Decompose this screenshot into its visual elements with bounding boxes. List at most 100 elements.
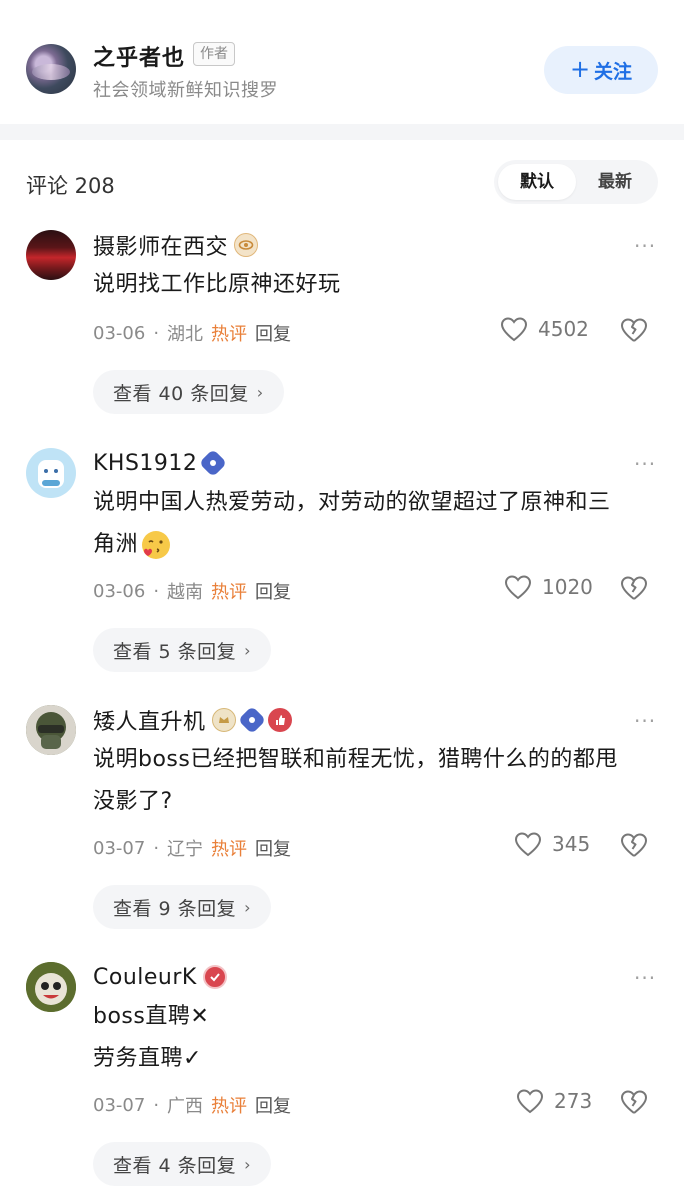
meta-dot: · (153, 580, 160, 602)
view-replies-button[interactable]: 查看 4 条回复 › (93, 1142, 272, 1186)
commenter-avatar[interactable] (26, 230, 76, 280)
meta-dot: · (153, 837, 160, 859)
like-button[interactable]: 273 (516, 1088, 592, 1114)
commenter-avatar[interactable] (26, 448, 76, 498)
comment-text-line: 没影了? (93, 789, 173, 814)
view-replies-label: 查看 40 条回复 (113, 382, 249, 405)
comment-date: 03-06 (93, 580, 146, 602)
hot-comment-tag: 热评 (211, 1096, 248, 1117)
author-tag: 作者 (193, 42, 235, 66)
commenter-name[interactable]: CouleurK (93, 965, 197, 990)
comment-text: 说明找工作比原神还好玩 (93, 264, 653, 306)
view-replies-button[interactable]: 查看 5 条回复 › (93, 628, 272, 672)
comment-date: 03-07 (93, 837, 146, 859)
more-options-icon[interactable]: ··· (634, 234, 656, 258)
like-count: 1020 (542, 575, 593, 599)
comment-location: 湖北 (167, 324, 204, 345)
thumb-badge-icon (267, 708, 292, 732)
comment-text-line: boss直聘✕ (93, 1004, 210, 1029)
comment-text: 说明中国人热爱劳动，对劳动的欲望超过了原神和三 角洲 (93, 482, 653, 566)
heart-icon (500, 317, 528, 342)
reply-button[interactable]: 回复 (255, 1092, 291, 1118)
author-name[interactable]: 之乎者也 (93, 40, 185, 72)
author-card: 之乎者也 作者 社会领域新鲜知识搜罗 + 关注 (0, 0, 684, 124)
commenter-name[interactable]: 摄影师在西交 (93, 229, 228, 261)
comment-meta: 03-06 · 湖北 热评 回复 (93, 320, 291, 346)
check-badge-icon (202, 965, 227, 989)
verified-badge-icon (199, 448, 228, 478)
like-count: 4502 (538, 317, 589, 341)
crown-badge-icon (211, 708, 236, 732)
heart-icon (516, 1089, 544, 1114)
reply-button[interactable]: 回复 (255, 835, 291, 861)
comment-date: 03-06 (93, 322, 146, 344)
broken-heart-icon[interactable] (620, 574, 648, 602)
author-description: 社会领域新鲜知识搜罗 (93, 80, 278, 101)
more-options-icon[interactable]: ··· (634, 709, 656, 733)
like-count: 345 (552, 832, 591, 856)
heart-icon (504, 575, 532, 600)
meta-dot: · (153, 1094, 160, 1116)
verified-badge-icon (237, 705, 266, 735)
sort-latest-tab[interactable]: 最新 (576, 164, 654, 200)
commenter-row: 矮人直升机 (93, 705, 292, 735)
comment-text-line: 说明中国人热爱劳动，对劳动的欲望超过了原神和三 (93, 490, 611, 515)
section-divider (0, 124, 684, 140)
comment-text-line: 说明boss已经把智联和前程无忧，猎聘什么的的都甩 (93, 747, 618, 772)
sort-default-tab[interactable]: 默认 (498, 164, 576, 200)
view-replies-label: 查看 4 条回复 (113, 1154, 237, 1177)
kiss-emoji-icon (142, 531, 171, 559)
commenter-name[interactable]: KHS1912 (93, 451, 197, 476)
comment-date: 03-07 (93, 1094, 146, 1116)
comment-text-line: 说明找工作比原神还好玩 (93, 272, 341, 297)
hot-comment-tag: 热评 (211, 582, 248, 603)
eye-badge-icon (234, 233, 259, 257)
chevron-right-icon: › (256, 382, 264, 402)
meta-dot: · (153, 322, 160, 344)
chevron-right-icon: › (244, 897, 252, 917)
comment-text: 说明boss已经把智联和前程无忧，猎聘什么的的都甩 没影了? (93, 739, 653, 823)
commenter-avatar[interactable] (26, 705, 76, 755)
comment-count: 评论 208 (26, 174, 115, 198)
heart-icon (514, 832, 542, 857)
broken-heart-icon[interactable] (620, 831, 648, 859)
like-button[interactable]: 4502 (500, 316, 589, 342)
view-replies-button[interactable]: 查看 9 条回复 › (93, 885, 272, 929)
like-button[interactable]: 1020 (504, 574, 593, 600)
comment-text-line-wrap: 角洲 (93, 524, 653, 566)
comment-location: 广西 (167, 1096, 204, 1117)
comment-text-line: 角洲 (93, 532, 139, 557)
follow-button[interactable]: + 关注 (544, 46, 658, 94)
hot-comment-tag: 热评 (211, 839, 248, 860)
reply-button[interactable]: 回复 (255, 320, 291, 346)
view-replies-label: 查看 5 条回复 (113, 640, 237, 663)
plus-icon: + (569, 55, 591, 83)
view-replies-button[interactable]: 查看 40 条回复 › (93, 370, 284, 414)
comment-location: 辽宁 (167, 839, 204, 860)
comment-location: 越南 (167, 582, 204, 603)
commenter-row: 摄影师在西交 (93, 229, 259, 261)
commenter-avatar[interactable] (26, 962, 76, 1012)
view-replies-label: 查看 9 条回复 (113, 897, 237, 920)
sort-toggle: 默认 最新 (494, 160, 658, 204)
chevron-right-icon: › (244, 1154, 252, 1174)
comment-meta: 03-07 · 辽宁 热评 回复 (93, 835, 291, 861)
follow-label: 关注 (594, 60, 633, 83)
hot-comment-tag: 热评 (211, 324, 248, 345)
broken-heart-icon[interactable] (620, 1088, 648, 1116)
commenter-row: CouleurK (93, 962, 227, 992)
comment-meta: 03-06 · 越南 热评 回复 (93, 578, 291, 604)
commenter-name[interactable]: 矮人直升机 (93, 704, 206, 736)
broken-heart-icon[interactable] (620, 316, 648, 344)
like-count: 273 (554, 1089, 593, 1113)
comment-text: boss直聘✕ 劳务直聘✓ (93, 996, 653, 1080)
commenter-row: KHS1912 (93, 448, 228, 478)
more-options-icon[interactable]: ··· (634, 452, 656, 476)
reply-button[interactable]: 回复 (255, 578, 291, 604)
comments-header: 评论 208 默认 最新 (0, 140, 684, 220)
like-button[interactable]: 345 (514, 831, 590, 857)
chevron-right-icon: › (244, 640, 252, 660)
author-avatar[interactable] (26, 44, 76, 94)
comment-meta: 03-07 · 广西 热评 回复 (93, 1092, 291, 1118)
more-options-icon[interactable]: ··· (634, 966, 656, 990)
